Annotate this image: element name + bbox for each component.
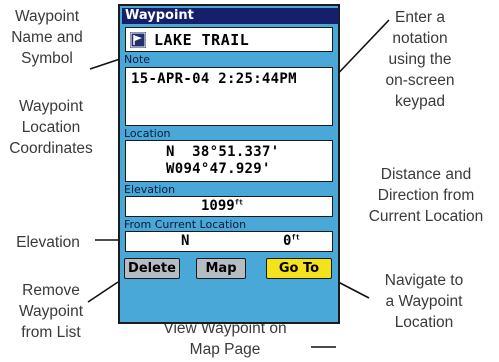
callout-navigate: Navigate to a Waypoint Location	[384, 272, 464, 331]
gps-waypoint-screen: Waypoint LAKE TRAIL Note 15-APR-04 2:25:…	[118, 4, 340, 324]
elevation-field[interactable]: 1099ft	[125, 196, 333, 217]
waypoint-name-field[interactable]: LAKE TRAIL	[125, 27, 333, 52]
note-text: 15-APR-04 2:25:44PM	[131, 71, 297, 87]
distance-direction-field: N 0ft	[125, 231, 333, 252]
direction-value: N	[181, 233, 190, 249]
callout-location-coordinates: Waypoint Location Coordinates	[9, 98, 93, 157]
note-field[interactable]: 15-APR-04 2:25:44PM	[125, 67, 333, 126]
callout-remove-waypoint: Remove Waypoint from List	[18, 282, 84, 341]
elevation-value: 1099	[201, 198, 235, 214]
distance-unit: ft	[291, 233, 300, 242]
callout-distance-direction: Distance and Direction from Current Loca…	[368, 166, 484, 225]
location-label: Location	[124, 127, 171, 140]
from-current-location-label: From Current Location	[124, 218, 247, 231]
latitude: N 38°51.337'	[166, 144, 280, 160]
callout-view-map: View Waypoint on Map Page	[163, 320, 287, 358]
delete-button[interactable]: Delete	[124, 258, 180, 279]
longitude: W094°47.929'	[166, 161, 271, 177]
location-field[interactable]: N 38°51.337' W094°47.929'	[125, 140, 333, 182]
screen-title: Waypoint	[122, 8, 339, 24]
go-to-button[interactable]: Go To	[266, 258, 332, 279]
elevation-label: Elevation	[124, 183, 176, 196]
note-label: Note	[124, 53, 151, 66]
callout-elevation: Elevation	[16, 234, 80, 251]
callout-name-symbol: Waypoint Name and Symbol	[11, 8, 83, 67]
map-button[interactable]: Map	[196, 258, 246, 279]
waypoint-flag-icon[interactable]	[130, 32, 146, 48]
waypoint-name: LAKE TRAIL	[154, 31, 250, 49]
elevation-unit: ft	[234, 198, 244, 207]
callout-enter-notation: Enter a notation using the on-screen key…	[385, 9, 455, 110]
